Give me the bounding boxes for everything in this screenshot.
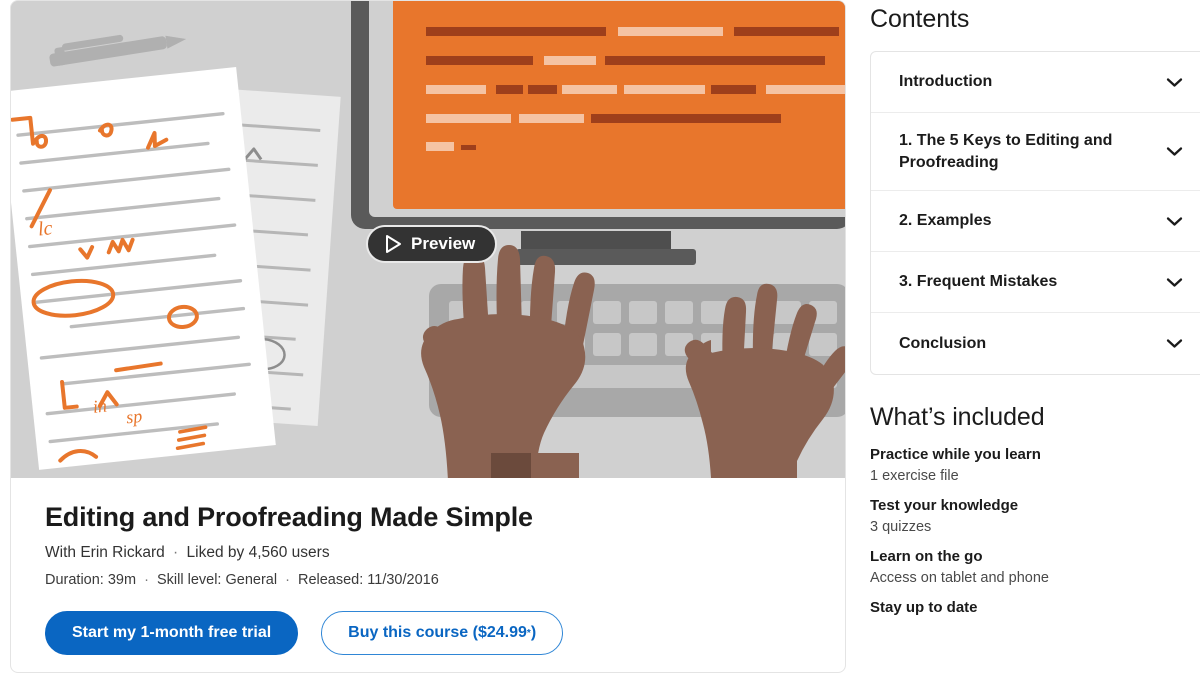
chevron-down-icon	[1166, 278, 1183, 287]
contents-item-frequent-mistakes[interactable]: 3. Frequent Mistakes	[871, 252, 1200, 314]
included-item-practice: Practice while you learn 1 exercise file	[870, 446, 1200, 484]
course-page: ? fv	[0, 0, 1200, 691]
included-item-title: Test your knowledge	[870, 497, 1019, 515]
course-title: Editing and Proofreading Made Simple	[45, 502, 533, 532]
course-released: Released: 11/30/2016	[297, 572, 439, 588]
contents-heading: Contents	[870, 5, 970, 33]
course-info: Editing and Proofreading Made Simple Wit…	[11, 478, 845, 655]
included-item-sub: Access on tablet and phone	[870, 570, 1049, 587]
contents-item-label: Introduction	[899, 73, 993, 91]
chevron-down-icon	[1166, 217, 1183, 226]
whats-included-heading: What’s included	[870, 403, 1045, 432]
contents-item-introduction[interactable]: Introduction	[871, 52, 1200, 113]
buy-course-label: Buy this course ($24.99	[348, 624, 527, 641]
contents-item-label: 2. Examples	[899, 212, 992, 230]
included-item-sub: 3 quizzes	[870, 519, 932, 536]
included-item-title: Practice while you learn	[870, 446, 1041, 464]
meta-separator-1: ·	[144, 572, 149, 588]
contents-item-label: 3. Frequent Mistakes	[899, 273, 1058, 291]
likes-count: Liked by 4,560 users	[186, 544, 330, 561]
whats-included-list: Practice while you learn 1 exercise file…	[870, 446, 1200, 616]
preview-button[interactable]: Preview	[366, 225, 498, 263]
course-hero-image: ? fv	[11, 1, 845, 478]
preview-label: Preview	[411, 234, 476, 253]
contents-item-examples[interactable]: 2. Examples	[871, 191, 1200, 253]
contents-accordion: Introduction 1. The 5 Keys to Editing an…	[870, 51, 1200, 376]
course-card: ? fv	[10, 0, 846, 673]
contents-item-label: Conclusion	[899, 334, 987, 352]
included-item-title: Learn on the go	[870, 548, 983, 566]
included-item-mobile: Learn on the go Access on tablet and pho…	[870, 548, 1200, 586]
included-item-sub: 1 exercise file	[870, 468, 959, 485]
buy-course-label-end: )	[530, 624, 537, 641]
cta-row: Start my 1-month free trial Buy this cou…	[45, 611, 811, 655]
meta-separator-2: ·	[285, 572, 290, 588]
author-prefix: With	[45, 544, 76, 561]
sidebar: Contents Introduction 1. The 5 Keys to E…	[870, 0, 1200, 629]
contents-item-5-keys[interactable]: 1. The 5 Keys to Editing and Proofreadin…	[871, 113, 1200, 192]
chevron-down-icon	[1166, 147, 1183, 156]
chevron-down-icon	[1166, 77, 1183, 87]
included-item-updates: Stay up to date	[870, 599, 1200, 616]
play-icon	[386, 235, 401, 253]
svg-text:in: in	[92, 395, 108, 416]
start-free-trial-button[interactable]: Start my 1-month free trial	[45, 611, 299, 655]
course-skill-level: Skill level: General	[156, 572, 278, 588]
buy-course-button[interactable]: Buy this course ($24.99 *)	[321, 611, 564, 655]
contents-item-label: 1. The 5 Keys to Editing and Proofreadin…	[899, 132, 1113, 171]
course-meta: Duration: 39m · Skill level: General · R…	[45, 572, 811, 588]
course-duration: Duration: 39m	[45, 572, 137, 588]
included-item-quizzes: Test your knowledge 3 quizzes	[870, 497, 1200, 535]
included-item-title: Stay up to date	[870, 599, 978, 617]
svg-text:lc: lc	[37, 217, 54, 240]
byline-separator: ·	[173, 544, 179, 561]
contents-item-conclusion[interactable]: Conclusion	[871, 313, 1200, 374]
chevron-down-icon	[1166, 339, 1183, 348]
author-name: Erin Rickard	[80, 544, 165, 561]
front-page: lc in sp	[11, 67, 276, 470]
course-byline: With Erin Rickard · Liked by 4,560 users	[45, 544, 811, 562]
svg-text:sp: sp	[125, 406, 143, 428]
